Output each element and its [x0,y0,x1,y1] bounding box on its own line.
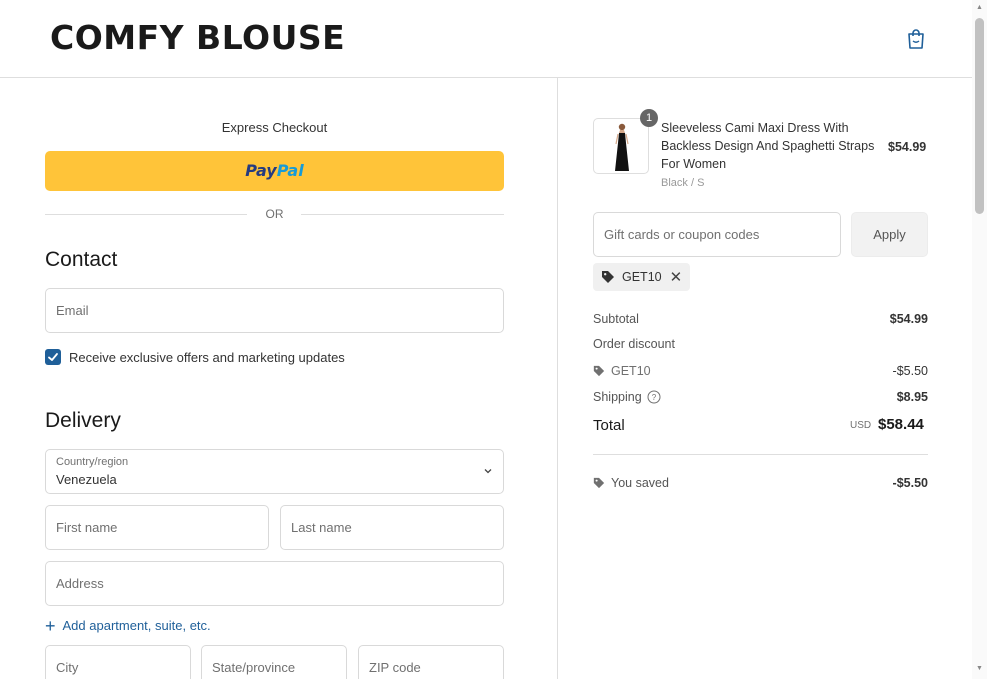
email-field-wrapper [45,288,504,333]
page-scrollbar[interactable]: ▲ ▼ [972,0,987,679]
subtotal-value: $54.99 [889,312,928,326]
svg-text:?: ? [651,393,656,402]
product-thumbnail [593,118,649,174]
remove-coupon-icon[interactable]: ✕ [670,268,683,286]
scrollbar-thumb[interactable] [975,18,984,214]
order-discount-label: Order discount [593,337,675,351]
summary-divider [593,454,928,455]
discount-code-row: GET10 [593,364,651,378]
divider-line [301,214,504,215]
you-saved-value: -$5.50 [892,476,928,490]
city-field-wrapper [45,645,191,679]
last-name-field-wrapper [280,505,504,550]
contact-title: Contact [45,248,118,271]
first-name-field-wrapper [45,505,269,550]
address-field-wrapper [45,561,504,606]
subtotal-label: Subtotal [593,312,639,326]
product-name: Sleeveless Cami Maxi Dress With Backless… [661,121,875,171]
product-variant: Black / S [661,177,705,189]
express-checkout-title: Express Checkout [221,120,328,135]
applied-coupon-chip: GET10 ✕ [593,263,691,291]
add-apartment-link[interactable]: + Add apartment, suite, etc. [45,615,211,636]
total-value: $58.44 [878,416,924,433]
paypal-logo-pal: Pal [276,161,304,180]
zip-field-wrapper [358,645,504,679]
state-field[interactable] [202,646,346,679]
delivery-title: Delivery [45,409,121,432]
plus-icon: + [45,615,56,636]
shipping-label: Shipping [593,390,642,404]
country-select-label: Country/region [56,456,129,468]
paypal-logo-pay: Pay [245,161,277,180]
quantity-badge: 1 [640,109,658,127]
tag-icon [602,271,614,283]
country-select[interactable]: Country/region Venezuela [45,449,504,494]
state-field-wrapper [201,645,347,679]
or-divider: OR [45,207,504,223]
paypal-logo: PayPal [245,161,303,180]
you-saved-label: You saved [611,476,669,490]
add-apartment-label: Add apartment, suite, etc. [62,618,211,633]
order-summary-column: 1 Sleeveless Cami Maxi Dress With Backle… [557,78,972,679]
marketing-checkbox-label: Receive exclusive offers and marketing u… [69,349,345,365]
discount-code-label: GET10 [611,364,651,378]
scroll-down-icon[interactable]: ▼ [975,665,984,674]
first-name-field[interactable] [46,506,268,549]
shipping-row: Shipping ? [593,390,661,404]
store-logo[interactable]: COMFY BLOUSE [50,18,345,57]
you-saved-row: You saved [593,476,669,490]
product-price: $54.99 [888,140,927,154]
checkout-form-column: Express Checkout PayPal OR Contact Recei… [0,78,557,679]
total-label: Total [593,417,625,434]
tag-icon [593,365,605,377]
paypal-button[interactable]: PayPal [45,151,504,191]
country-select-value: Venezuela [56,472,117,487]
discount-value: -$5.50 [892,364,928,378]
city-field[interactable] [46,646,190,679]
chevron-down-icon [484,469,492,474]
email-field[interactable] [46,289,503,332]
apply-coupon-button[interactable]: Apply [851,212,928,257]
site-header: COMFY BLOUSE [0,0,972,78]
shopping-bag-icon[interactable] [905,28,927,50]
tag-icon [593,477,605,489]
scroll-up-icon[interactable]: ▲ [975,4,984,13]
address-field[interactable] [46,562,503,605]
help-icon[interactable]: ? [647,390,661,404]
zip-field[interactable] [359,646,503,679]
checkmark-icon [48,353,58,361]
marketing-checkbox-row: Receive exclusive offers and marketing u… [45,348,345,366]
applied-coupon-code: GET10 [622,270,662,284]
marketing-checkbox[interactable] [45,349,61,365]
dress-image [615,123,629,171]
shipping-value: $8.95 [896,390,928,404]
last-name-field[interactable] [281,506,503,549]
total-currency: USD [850,420,872,431]
coupon-field-wrapper [593,212,841,257]
coupon-code-field[interactable] [594,213,840,256]
